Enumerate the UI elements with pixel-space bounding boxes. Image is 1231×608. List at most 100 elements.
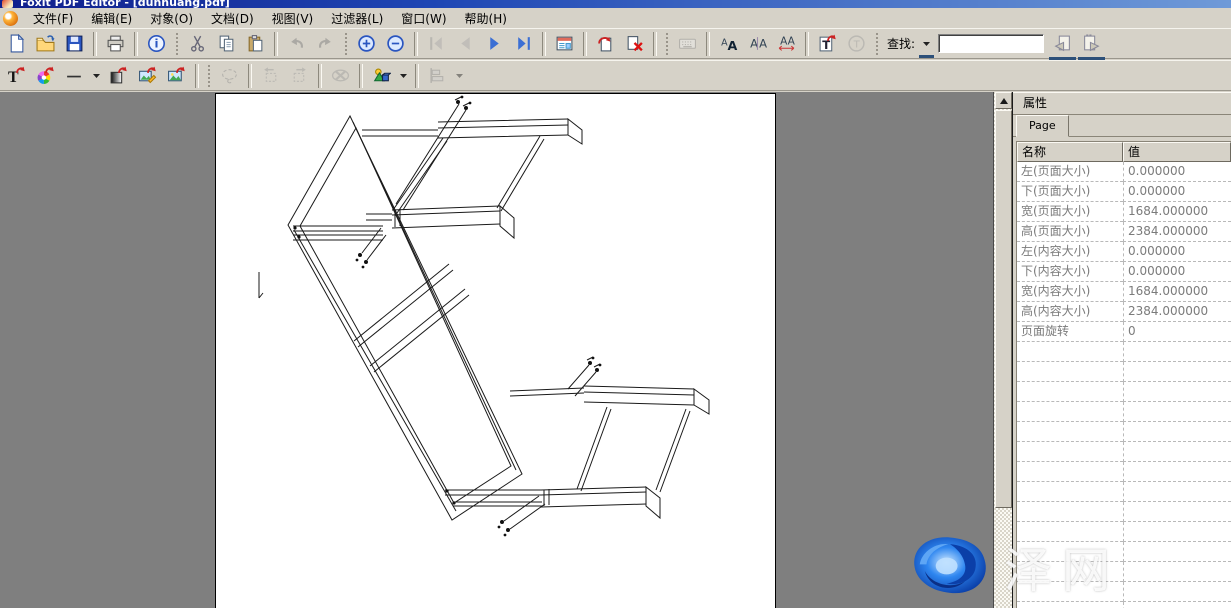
- delete-page-button[interactable]: [621, 31, 648, 57]
- scroll-up-button[interactable]: [995, 92, 1012, 109]
- previous-page-button[interactable]: [452, 31, 479, 57]
- property-value[interactable]: 0: [1123, 322, 1231, 342]
- text-options-button[interactable]: T: [843, 31, 870, 57]
- property-value[interactable]: 1684.000000: [1123, 282, 1231, 302]
- find-input[interactable]: [938, 34, 1044, 53]
- cut-button[interactable]: [184, 31, 211, 57]
- property-row[interactable]: 页面旋转0: [1017, 322, 1231, 342]
- insert-page-button[interactable]: [592, 31, 619, 57]
- toolbar-drag-handle[interactable]: [344, 33, 348, 55]
- toolbar-separator: [93, 32, 97, 56]
- empty-property-row: [1017, 422, 1231, 442]
- menu-view[interactable]: 视图(V): [263, 8, 323, 29]
- document-info-button[interactable]: i: [143, 31, 170, 57]
- vertical-scrollbar[interactable]: [993, 92, 1012, 608]
- tab-page[interactable]: Page: [1016, 115, 1069, 137]
- menu-window[interactable]: 窗口(W): [392, 8, 455, 29]
- line-style-dropdown[interactable]: [89, 65, 104, 87]
- property-row[interactable]: 高(页面大小)2384.000000: [1017, 222, 1231, 242]
- cut-icon: [188, 34, 207, 53]
- toolbar-drag-handle[interactable]: [207, 65, 211, 87]
- menu-help[interactable]: 帮助(H): [456, 8, 516, 29]
- property-row[interactable]: 高(内容大小)2384.000000: [1017, 302, 1231, 322]
- rotate-object-left-button[interactable]: [257, 63, 284, 89]
- save-document-button[interactable]: [61, 31, 88, 57]
- font-width-button[interactable]: AA: [773, 31, 800, 57]
- font-style-button[interactable]: AA: [715, 31, 742, 57]
- property-value[interactable]: 2384.000000: [1123, 302, 1231, 322]
- column-header-value: 值: [1123, 142, 1231, 162]
- workspace: 属性 Page 名称 值 左(页面大小)0.000000下(页面大小)0.000…: [0, 92, 1231, 608]
- align-dropdown[interactable]: [452, 65, 467, 87]
- add-text-button[interactable]: T: [814, 31, 841, 57]
- undo-button[interactable]: [283, 31, 310, 57]
- open-document-button[interactable]: [32, 31, 59, 57]
- new-document-button[interactable]: [3, 31, 30, 57]
- property-row[interactable]: 下(页面大小)0.000000: [1017, 182, 1231, 202]
- insert-color-object-button[interactable]: [32, 63, 59, 89]
- keyboard-input-button[interactable]: [674, 31, 701, 57]
- copy-button[interactable]: [213, 31, 240, 57]
- zoom-out-icon: [386, 34, 405, 53]
- toolbar-separator: [359, 64, 363, 88]
- toolbar-drag-handle[interactable]: [665, 33, 669, 55]
- menu-filter[interactable]: 过滤器(L): [322, 8, 392, 29]
- last-page-button[interactable]: [510, 31, 537, 57]
- find-label: 查找:: [887, 35, 915, 52]
- line-style-button[interactable]: [61, 63, 88, 89]
- insert-text-object-button[interactable]: T: [3, 63, 30, 89]
- property-row[interactable]: 下(内容大小)0.000000: [1017, 262, 1231, 282]
- pdf-page[interactable]: [215, 93, 776, 608]
- toolbar-drag-handle[interactable]: [175, 33, 179, 55]
- insert-shading-button[interactable]: [105, 63, 132, 89]
- delete-object-button[interactable]: [327, 63, 354, 89]
- next-page-button[interactable]: [481, 31, 508, 57]
- menu-object[interactable]: 对象(O): [141, 8, 202, 29]
- paste-button[interactable]: [242, 31, 269, 57]
- zoom-in-icon: [357, 34, 376, 53]
- property-value[interactable]: 2384.000000: [1123, 222, 1231, 242]
- find-next-button[interactable]: [1078, 31, 1105, 57]
- property-value[interactable]: 0.000000: [1123, 262, 1231, 282]
- font-compare-button[interactable]: AA: [744, 31, 771, 57]
- property-value[interactable]: 0.000000: [1123, 242, 1231, 262]
- property-value[interactable]: 0.000000: [1123, 162, 1231, 182]
- page-layout-button[interactable]: [551, 31, 578, 57]
- find-previous-button[interactable]: [1049, 31, 1076, 57]
- find-next-icon: [1082, 34, 1101, 53]
- rotate-object-right-button[interactable]: [286, 63, 313, 89]
- document-canvas[interactable]: [0, 92, 993, 608]
- property-row[interactable]: 宽(页面大小)1684.000000: [1017, 202, 1231, 222]
- first-page-button[interactable]: [423, 31, 450, 57]
- property-row[interactable]: 左(页面大小)0.000000: [1017, 162, 1231, 182]
- redo-button[interactable]: [312, 31, 339, 57]
- property-row[interactable]: 左(内容大小)0.000000: [1017, 242, 1231, 262]
- scrollbar-thumb[interactable]: [995, 110, 1012, 508]
- toolbar-main: iAAAAAATT查找:: [0, 28, 1231, 59]
- document-swirl-icon[interactable]: [3, 11, 18, 26]
- toolbar-drag-handle[interactable]: [875, 33, 879, 55]
- align-objects-button[interactable]: [424, 63, 451, 89]
- menu-document[interactable]: 文档(D): [202, 8, 263, 29]
- shading-icon: [109, 66, 128, 85]
- property-value[interactable]: 0.000000: [1123, 182, 1231, 202]
- property-row[interactable]: 宽(内容大小)1684.000000: [1017, 282, 1231, 302]
- select-lasso-button[interactable]: [216, 63, 243, 89]
- menu-edit[interactable]: 编辑(E): [82, 8, 141, 29]
- empty-property-row: [1017, 542, 1231, 562]
- zoom-in-button[interactable]: [353, 31, 380, 57]
- arrow-up-icon: [1000, 98, 1008, 104]
- insert-shape-dropdown[interactable]: [396, 65, 411, 87]
- find-dropdown[interactable]: [919, 33, 934, 55]
- edit-image-button[interactable]: [134, 63, 161, 89]
- toolbar-object: T: [0, 60, 1231, 91]
- insert-shape-button[interactable]: [368, 63, 395, 89]
- empty-property-row: [1017, 602, 1231, 608]
- menu-file[interactable]: 文件(F): [24, 8, 82, 29]
- print-button[interactable]: [102, 31, 129, 57]
- insert-image-button[interactable]: [163, 63, 190, 89]
- property-value[interactable]: 1684.000000: [1123, 202, 1231, 222]
- first-page-icon: [427, 34, 446, 53]
- zoom-out-button[interactable]: [382, 31, 409, 57]
- toolbar-separator: [414, 32, 418, 56]
